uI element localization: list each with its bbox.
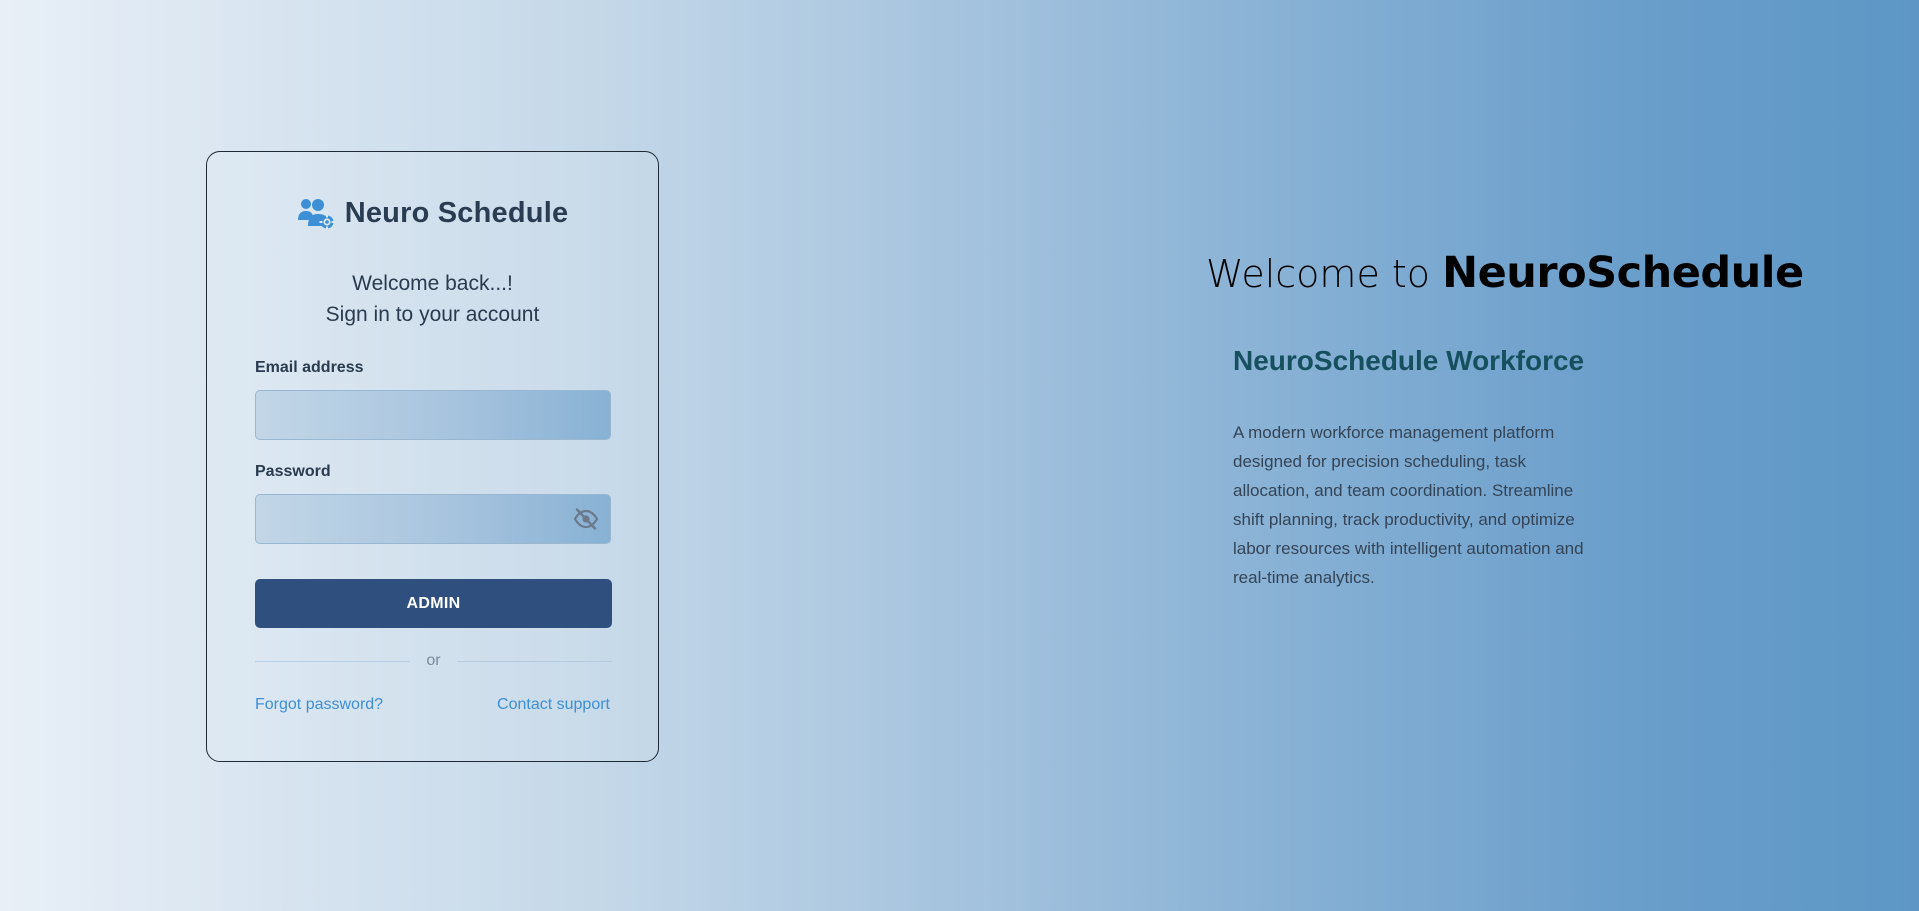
brand-header: Neuro Schedule	[207, 196, 658, 230]
hero-title: Welcome to NeuroSchedule	[1206, 248, 1804, 298]
admin-login-button[interactable]: ADMIN	[255, 579, 612, 628]
divider-line	[456, 660, 613, 662]
divider-line	[255, 660, 411, 662]
email-field[interactable]	[255, 390, 611, 440]
hero-title-prefix: Welcome to	[1206, 252, 1443, 296]
welcome-line: Welcome back...!	[352, 272, 513, 295]
or-divider: or	[255, 650, 613, 672]
hero-description: A modern workforce management platform d…	[1233, 423, 1584, 587]
signin-line: Sign in to your account	[325, 303, 540, 326]
divider-text: or	[426, 652, 441, 669]
email-label: Email address	[255, 359, 364, 376]
password-field[interactable]	[255, 494, 611, 544]
hero-subtitle: NeuroSchedule Workforce	[1233, 345, 1585, 376]
contact-support-link[interactable]: Contact support	[497, 696, 610, 714]
hero-title-brand: NeuroSchedule	[1442, 248, 1804, 298]
password-label: Password	[255, 463, 331, 480]
login-card: Neuro Schedule Welcome back...! Sign in …	[206, 151, 659, 762]
forgot-password-link[interactable]: Forgot password?	[255, 696, 383, 714]
eye-slash-icon[interactable]	[573, 507, 599, 531]
users-gear-icon	[297, 199, 335, 230]
welcome-message: Welcome back...! Sign in to your account	[207, 268, 658, 330]
brand-title: Neuro Schedule	[344, 196, 569, 229]
